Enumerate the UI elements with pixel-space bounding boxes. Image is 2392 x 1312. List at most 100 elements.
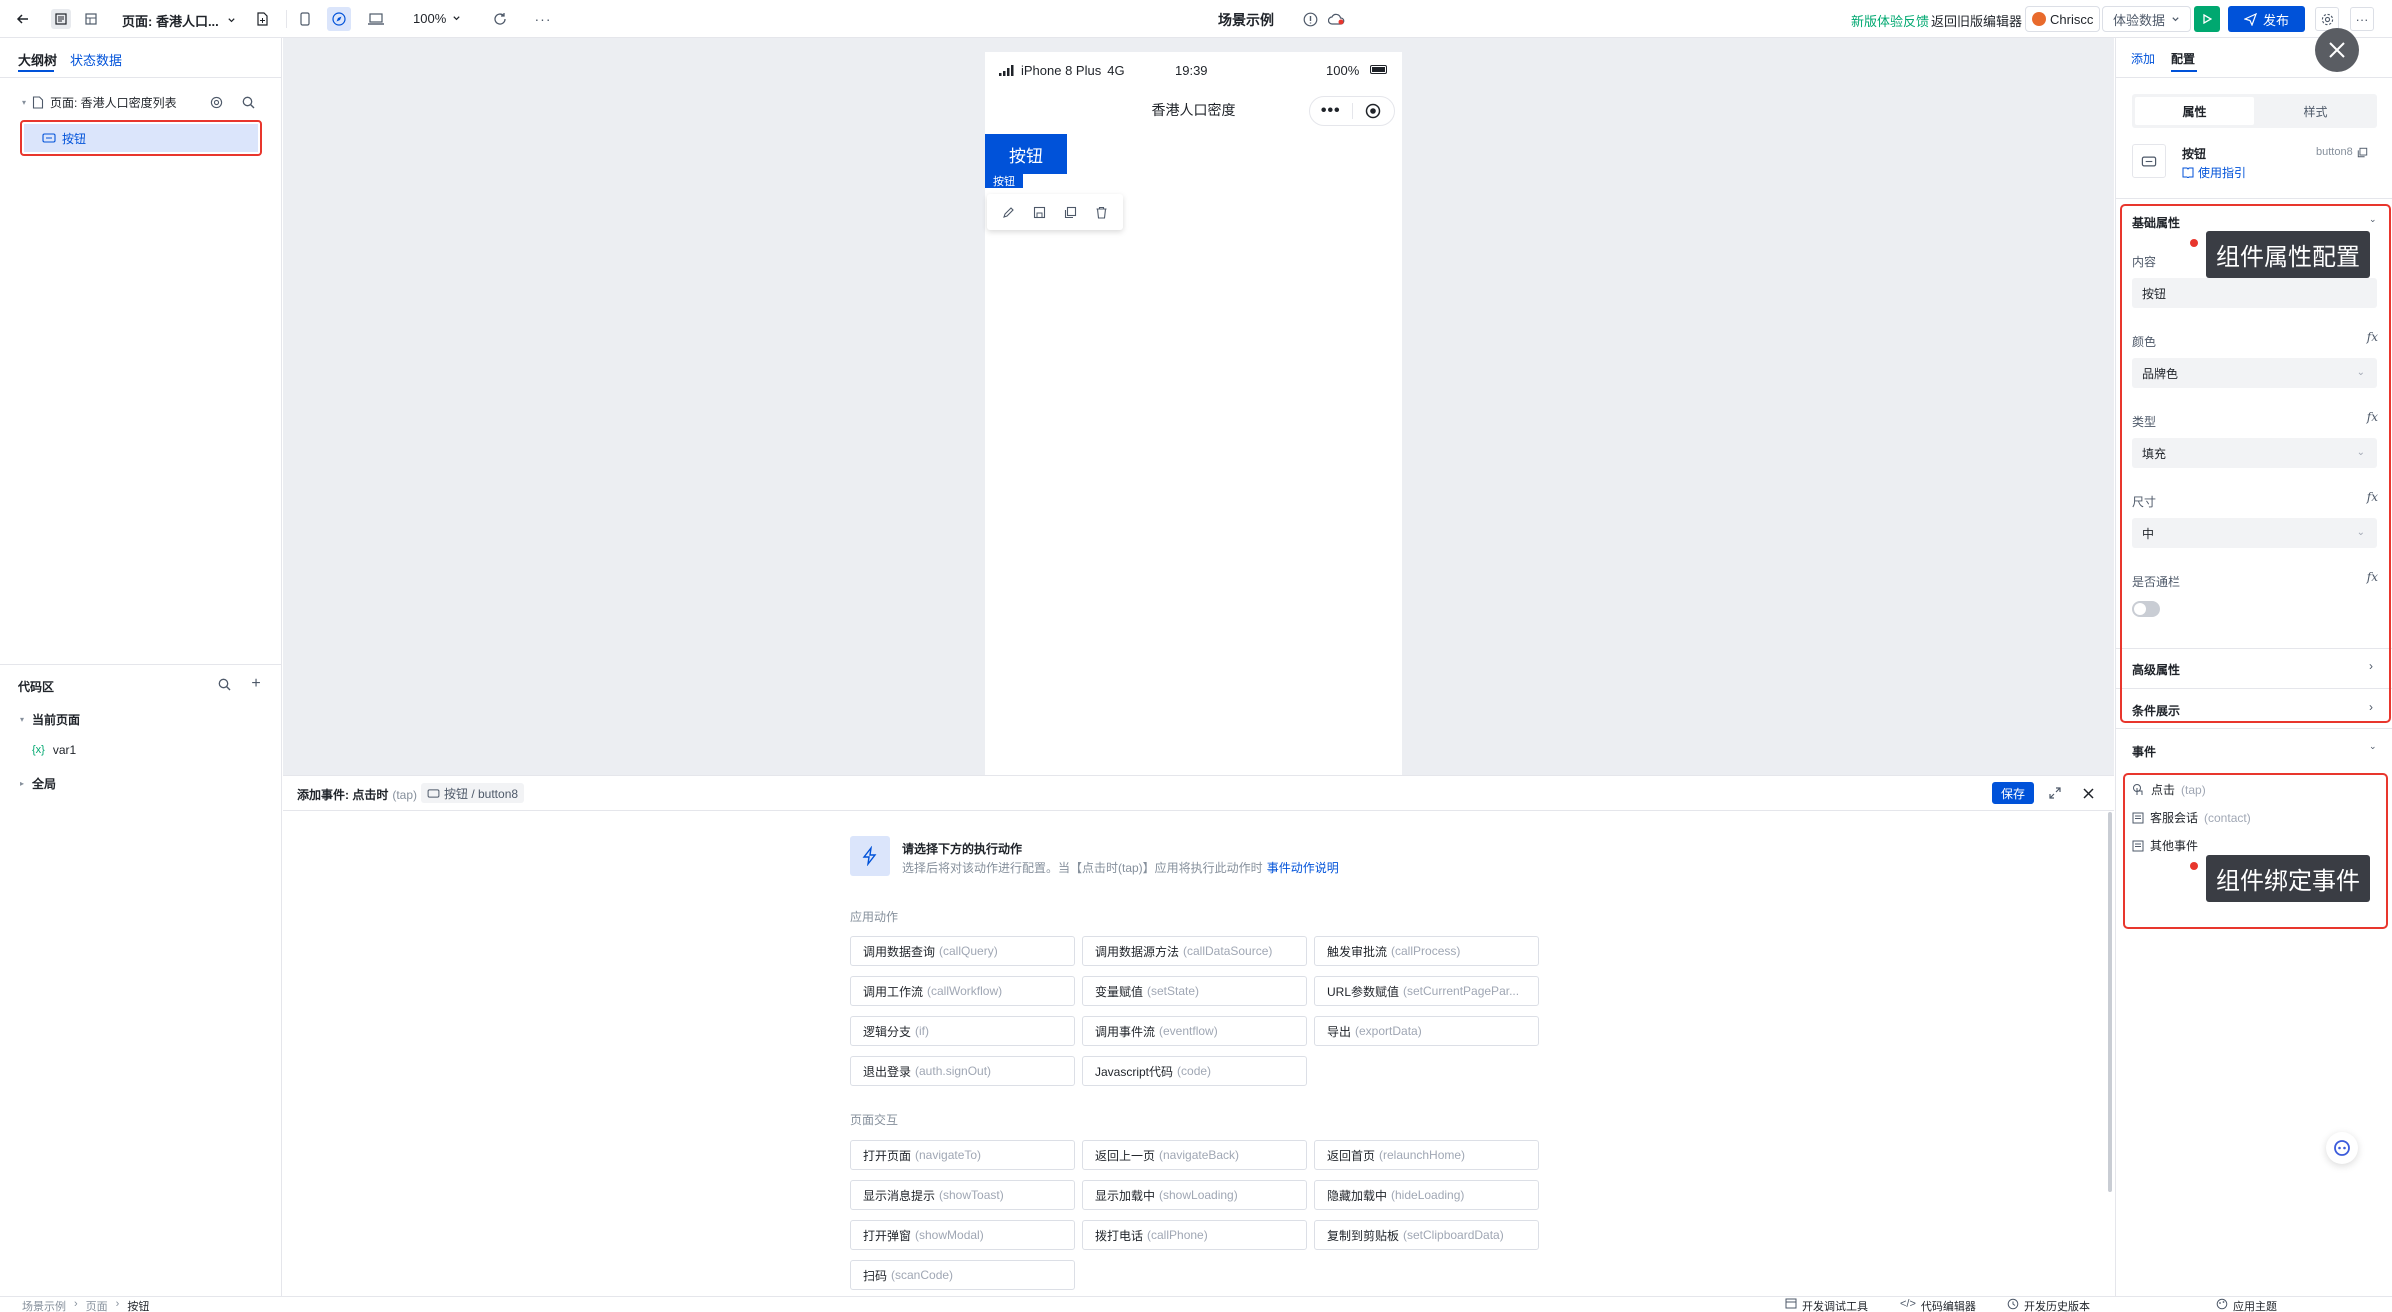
layout-view-icon[interactable]: [81, 9, 101, 29]
divider: [286, 10, 287, 28]
tab-config[interactable]: 配置: [2171, 50, 2195, 67]
mobile-device-icon[interactable]: [295, 9, 315, 29]
props-annotation-tooltip: 组件属性配置: [2206, 231, 2370, 278]
code-editor-button[interactable]: </> 代码编辑器: [1900, 1298, 1976, 1312]
preview-button[interactable]: [2194, 6, 2220, 32]
segment-props[interactable]: 属性: [2135, 97, 2254, 125]
feedback-link[interactable]: 新版体验反馈: [1851, 11, 1929, 30]
global-label: 全局: [32, 777, 57, 791]
action-label: 调用数据源方法: [1095, 944, 1180, 959]
miniprogram-capsule[interactable]: •••: [1309, 96, 1395, 126]
cloud-sync-icon[interactable]: [1325, 9, 1347, 29]
tab-add[interactable]: 添加: [2131, 50, 2155, 67]
tab-state-data[interactable]: 状态数据: [70, 50, 122, 69]
copy-icon[interactable]: [1064, 206, 1077, 219]
event-title: 添加事件: 点击时: [297, 788, 389, 802]
action-button[interactable]: 返回首页 (relaunchHome): [1314, 1140, 1539, 1170]
tree-search-icon[interactable]: [240, 94, 256, 110]
var1-label: var1: [52, 743, 77, 757]
history-label: 开发历史版本: [2024, 1301, 2090, 1312]
desktop-device-icon[interactable]: [365, 9, 387, 29]
tree-global[interactable]: ▸ 全局: [20, 775, 56, 792]
edit-icon[interactable]: [1002, 206, 1015, 219]
events-title[interactable]: 事件: [2132, 743, 2156, 760]
more-menu-icon[interactable]: ···: [2350, 7, 2374, 31]
info-icon[interactable]: [1300, 9, 1320, 29]
more-dots-icon[interactable]: •••: [1310, 102, 1352, 120]
action-button[interactable]: 导出 (exportData): [1314, 1016, 1539, 1046]
zoom-selector[interactable]: 100%: [413, 11, 461, 26]
history-button[interactable]: 开发历史版本: [2007, 1298, 2090, 1312]
action-api-name: (exportData): [1355, 1024, 1422, 1038]
breadcrumb-item[interactable]: 页面: [86, 1298, 108, 1312]
scrollbar[interactable]: [2108, 812, 2112, 1192]
action-label: 显示消息提示: [863, 1188, 936, 1203]
action-button[interactable]: 打开页面 (navigateTo): [850, 1140, 1075, 1170]
tree-current-page[interactable]: ▾ 当前页面: [20, 711, 80, 728]
action-button[interactable]: 显示消息提示 (showToast): [850, 1180, 1075, 1210]
action-button[interactable]: 调用事件流 (eventflow): [1082, 1016, 1307, 1046]
preview-button-component[interactable]: 按钮: [985, 134, 1067, 174]
back-arrow-icon[interactable]: [14, 10, 32, 28]
action-button[interactable]: 隐藏加载中 (hideLoading): [1314, 1180, 1539, 1210]
component-id-text: button8: [2316, 146, 2353, 158]
carrier-label: iPhone 8 Plus: [1021, 63, 1102, 78]
prompt-help-link[interactable]: 事件动作说明: [1267, 859, 1339, 876]
expand-icon[interactable]: [2046, 784, 2064, 802]
page-selector[interactable]: 页面: 香港人口...: [122, 11, 236, 30]
action-button[interactable]: 逻辑分支 (if): [850, 1016, 1075, 1046]
chevron-down-icon[interactable]: ⌄: [2369, 741, 2377, 752]
action-button[interactable]: 变量赋值 (setState): [1082, 976, 1307, 1006]
refresh-icon[interactable]: [490, 9, 510, 29]
action-button[interactable]: 返回上一页 (navigateBack): [1082, 1140, 1307, 1170]
tree-var1[interactable]: {x} var1: [32, 743, 76, 757]
button-component-icon: [427, 788, 440, 798]
prompt-desc-text: 选择后将对该动作进行配置。当【点击时(tap)】应用将执行此动作时: [902, 861, 1263, 875]
action-api-name: (setCurrentPagePar...: [1403, 984, 1520, 998]
tab-outline[interactable]: 大纲树: [18, 50, 57, 69]
app-theme-button[interactable]: 应用主题: [2216, 1298, 2277, 1312]
close-icon[interactable]: [2079, 784, 2097, 802]
code-search-icon[interactable]: [216, 676, 232, 692]
action-button[interactable]: 拨打电话 (callPhone): [1082, 1220, 1307, 1250]
segment-style[interactable]: 样式: [2256, 97, 2375, 125]
user-profile[interactable]: Chriscc: [2025, 6, 2101, 32]
action-button[interactable]: URL参数赋值 (setCurrentPagePar...: [1314, 976, 1539, 1006]
close-target-icon[interactable]: [1353, 103, 1395, 119]
tree-item-button[interactable]: 按钮: [24, 124, 258, 152]
add-page-icon[interactable]: [252, 9, 272, 29]
action-button[interactable]: 打开弹窗 (showModal): [850, 1220, 1075, 1250]
action-button[interactable]: 调用工作流 (callWorkflow): [850, 976, 1075, 1006]
breadcrumb-item[interactable]: 按钮: [127, 1298, 149, 1312]
copy-icon[interactable]: [2357, 147, 2368, 158]
save-template-icon[interactable]: [1033, 206, 1046, 219]
action-button[interactable]: 显示加载中 (showLoading): [1082, 1180, 1307, 1210]
action-button[interactable]: 退出登录 (auth.signOut): [850, 1056, 1075, 1086]
assistant-bot-icon[interactable]: [2326, 1132, 2358, 1164]
more-icon[interactable]: ···: [533, 9, 553, 29]
add-code-icon[interactable]: +: [248, 675, 264, 692]
devtools-button[interactable]: 开发调试工具: [1785, 1298, 1868, 1312]
page-settings-icon[interactable]: [208, 94, 224, 110]
data-mode-select[interactable]: 体验数据: [2102, 6, 2192, 32]
component-name: 按钮: [2182, 147, 2207, 161]
action-button[interactable]: 触发审批流 (callProcess): [1314, 936, 1539, 966]
action-button[interactable]: 调用数据源方法 (callDataSource): [1082, 936, 1307, 966]
action-button[interactable]: 复制到剪贴板 (setClipboardData): [1314, 1220, 1539, 1250]
breadcrumb-item[interactable]: 场景示例: [22, 1298, 66, 1312]
compass-icon[interactable]: [327, 7, 351, 31]
usage-guide-link[interactable]: 使用指引: [2182, 164, 2246, 181]
event-component-crumb: 按钮 / button8: [421, 783, 525, 803]
back-old-editor-link[interactable]: 返回旧版编辑器: [1931, 11, 2022, 30]
action-button[interactable]: Javascript代码 (code): [1082, 1056, 1307, 1086]
close-overlay-button[interactable]: [2315, 28, 2359, 72]
action-button[interactable]: 扫码 (scanCode): [850, 1260, 1075, 1290]
action-button[interactable]: 调用数据查询 (callQuery): [850, 936, 1075, 966]
tree-item-page[interactable]: ▾ 页面: 香港人口密度列表: [22, 94, 177, 111]
annotation-dot: [2190, 862, 2198, 870]
save-button[interactable]: 保存: [1992, 782, 2034, 804]
devtools-icon: [1785, 1298, 1797, 1309]
delete-icon[interactable]: [1095, 206, 1108, 219]
publish-button[interactable]: 发布: [2228, 6, 2305, 32]
page-view-icon[interactable]: [51, 9, 71, 29]
